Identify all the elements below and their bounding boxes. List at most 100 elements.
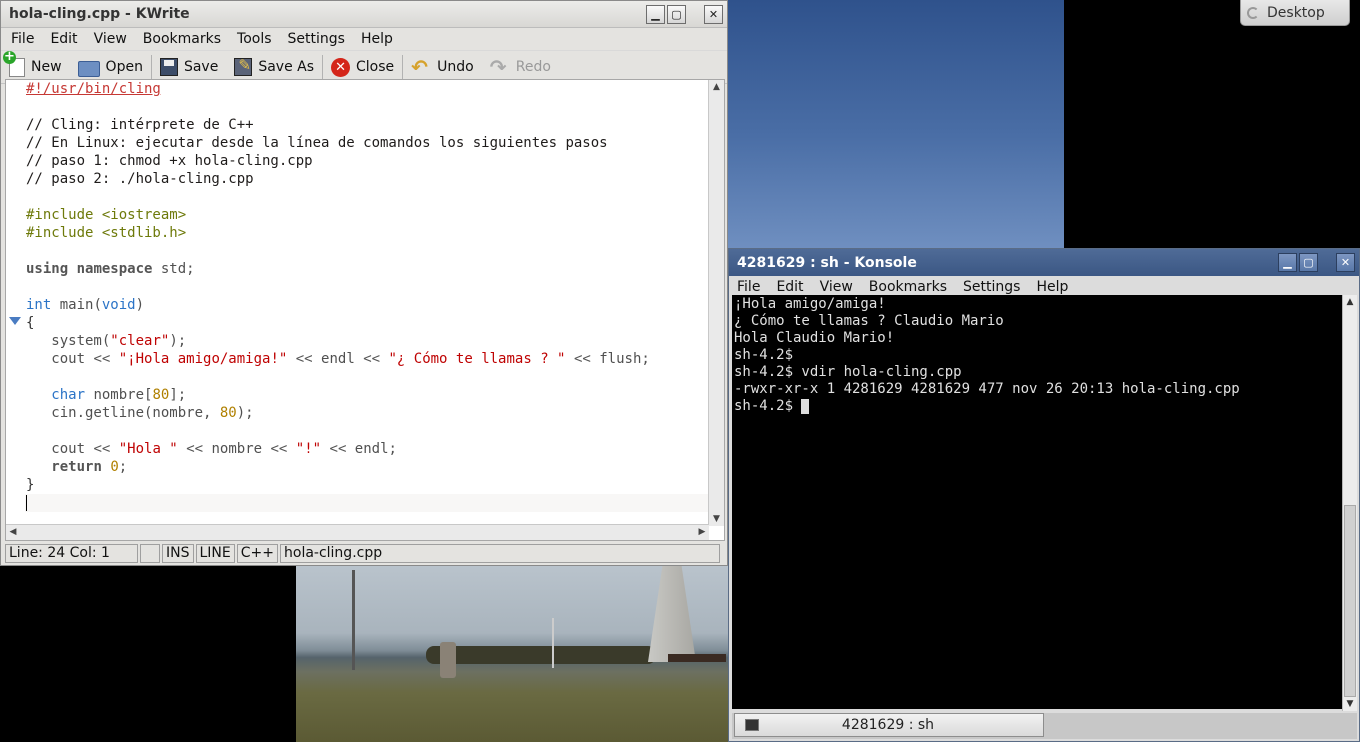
menu-file[interactable]: File [1,31,42,47]
code-line: char nombre[80]; [51,387,187,403]
terminal-line: sh-4.2$ vdir hola-cling.cpp [734,364,962,380]
undo-icon: ↶ [411,55,428,79]
scroll-down-icon[interactable]: ▼ [1343,697,1357,711]
menu-view[interactable]: View [86,31,135,47]
desktop-pager[interactable]: Desktop [1240,0,1350,26]
close-window-button[interactable]: ✕ [704,5,723,24]
code-line: cout << "Hola " << nombre << "!" << endl… [26,441,397,457]
terminal-scrollbar[interactable]: ▲ ▼ [1342,295,1357,711]
konsole-window: 4281629 : sh - Konsole ▁ ▢ ✕ File Edit V… [728,248,1360,742]
scroll-left-icon[interactable]: ◀ [6,525,20,539]
code-editor[interactable]: #!/usr/bin/cling // Cling: intérprete de… [5,79,725,541]
konsole-tabbar: 4281629 : sh [732,713,1357,739]
photo-pole [352,570,355,670]
save-as-label: Save As [258,59,315,75]
save-as-button[interactable]: Save As [226,53,322,81]
menu-help[interactable]: Help [1028,279,1076,295]
scroll-right-icon[interactable]: ▶ [695,525,709,539]
terminal-line: Hola Claudio Mario! [734,330,895,346]
redo-button[interactable]: ↷ Redo [482,53,559,81]
maximize-button[interactable]: ▢ [1299,253,1318,272]
code-area[interactable]: #!/usr/bin/cling // Cling: intérprete de… [25,80,709,526]
tab-session[interactable]: 4281629 : sh [734,713,1044,737]
save-as-icon [234,56,253,76]
floppy-save-icon [159,58,178,76]
scrollbar-thumb[interactable] [1344,505,1356,697]
menu-settings[interactable]: Settings [955,279,1028,295]
code-line: using namespace std; [26,261,195,277]
scroll-up-icon[interactable]: ▲ [1343,295,1357,309]
menu-edit[interactable]: Edit [768,279,811,295]
desktop-label: Desktop [1267,4,1325,21]
code-line: // paso 1: chmod +x hola-cling.cpp [26,153,313,169]
save-button[interactable]: Save [152,53,226,81]
cursor-position: Line: 24 Col: 1 [5,544,138,563]
kwrite-title: hola-cling.cpp - KWrite [9,6,190,22]
minimize-button[interactable]: ▁ [646,5,665,24]
menu-edit[interactable]: Edit [42,31,85,47]
photo-bin [440,642,456,678]
minimize-button[interactable]: ▁ [1278,253,1297,272]
wallpaper-sky [728,0,1064,248]
code-line: return 0; [51,459,128,475]
menu-bookmarks[interactable]: Bookmarks [861,279,955,295]
redo-icon: ↷ [489,55,507,79]
scroll-up-icon[interactable]: ▲ [709,80,724,94]
close-window-button[interactable]: ✕ [1336,253,1355,272]
photo-tower [648,566,696,662]
terminal-line: -rwxr-xr-x 1 4281629 4281629 477 nov 26 … [734,381,1240,397]
terminal-prompt-line[interactable]: sh-4.2$ [734,398,1341,415]
code-line: cout << "¡Hola amigo/amiga!" << endl << … [26,351,650,367]
close-icon: ✕ [331,57,351,77]
fold-arrow-icon[interactable] [9,317,21,325]
code-line: // paso 2: ./hola-cling.cpp [26,171,254,187]
maximize-button[interactable]: ▢ [667,5,686,24]
insert-mode[interactable]: INS [162,544,194,563]
open-label: Open [105,59,143,75]
photo-hedge [426,646,656,664]
kwrite-titlebar[interactable]: hola-cling.cpp - KWrite ▁ ▢ ✕ [1,1,727,28]
modified-indicator [140,544,160,563]
syntax-mode[interactable]: C++ [236,544,278,563]
kwrite-window: hola-cling.cpp - KWrite ▁ ▢ ✕ File Edit … [0,0,728,566]
open-button[interactable]: Open [70,53,151,81]
photo-bench [668,654,726,662]
code-line: #!/usr/bin/cling [26,81,161,97]
editor-vertical-scrollbar[interactable]: ▲ ▼ [708,80,724,526]
close-document-button[interactable]: ✕ Close [323,53,402,81]
text-caret [26,495,27,511]
menu-help[interactable]: Help [353,31,401,47]
menu-tools[interactable]: Tools [229,31,280,47]
undo-label: Undo [437,59,474,75]
wallpaper-photo [296,566,728,742]
terminal-line: ¿ Cómo te llamas ? Claudio Mario [734,313,1004,329]
new-button[interactable]: New [1,50,70,81]
desktop-icon [1247,6,1259,19]
save-label: Save [183,59,219,75]
terminal-line: ¡Hola amigo/amiga! [734,296,886,312]
menu-settings[interactable]: Settings [280,31,353,47]
current-line [25,494,709,512]
terminal-line: sh-4.2$ [734,347,794,363]
code-line: system("clear"); [26,333,187,349]
kwrite-statusbar: Line: 24 Col: 1 INS LINE C++ hola-cling.… [5,544,720,563]
menu-file[interactable]: File [729,279,768,295]
scroll-down-icon[interactable]: ▼ [709,512,724,526]
photo-lamp [552,618,554,668]
terminal-output[interactable]: ¡Hola amigo/amiga! ¿ Cómo te llamas ? Cl… [732,295,1343,709]
code-line: } [26,477,35,493]
undo-button[interactable]: ↶ Undo [403,53,482,81]
menu-view[interactable]: View [812,279,861,295]
editor-horizontal-scrollbar[interactable]: ◀ ▶ [6,524,709,540]
konsole-titlebar[interactable]: 4281629 : sh - Konsole ▁ ▢ ✕ [729,249,1359,276]
editor-gutter [6,80,24,526]
code-line: #include <iostream> [26,207,187,223]
selection-mode[interactable]: LINE [195,544,235,563]
code-line: #include <stdlib.h> [26,225,187,241]
new-document-icon [3,50,25,77]
menu-bookmarks[interactable]: Bookmarks [135,31,229,47]
folder-open-icon [77,60,100,77]
